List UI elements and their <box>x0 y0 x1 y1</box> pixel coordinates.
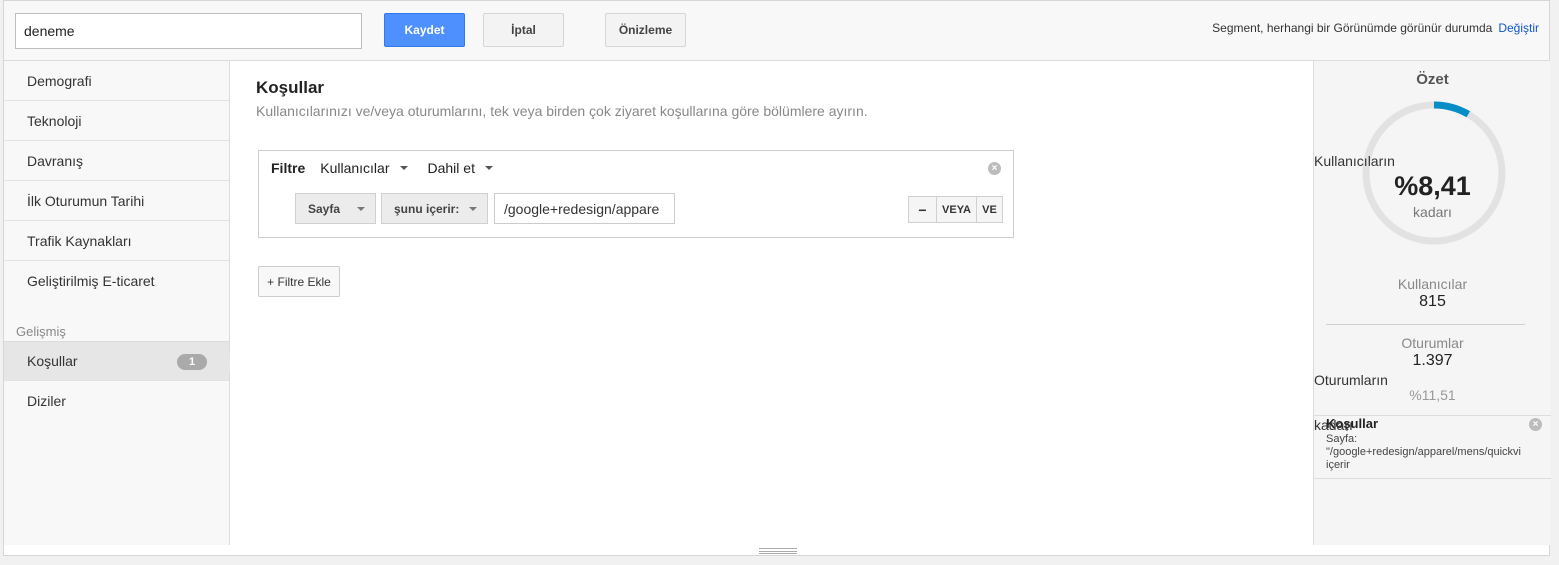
resize-handle[interactable] <box>759 548 797 554</box>
filter-scope-dropdown[interactable]: Kullanıcılar <box>320 160 408 176</box>
preview-button[interactable]: Önizleme <box>605 13 686 47</box>
condition-button-group: − VEYA VE <box>908 196 1003 223</box>
sidebar-item-traffic-sources[interactable]: Trafik Kaynakları <box>4 221 229 261</box>
sidebar-section-advanced: Gelişmiş <box>16 324 66 339</box>
sessions-percent: %11,51 <box>1409 387 1456 403</box>
percent-value: %8,41 <box>1394 171 1471 201</box>
sidebar-item-label: Trafik Kaynakları <box>27 232 132 249</box>
operator-select[interactable]: şunu içerir: <box>381 193 488 224</box>
cancel-button[interactable]: İptal <box>483 13 564 47</box>
operator-value: şunu içerir: <box>394 201 460 216</box>
chevron-down-icon <box>469 207 477 211</box>
condition-summary-text: Sayfa: "/google+redesign/apparel/mens/qu… <box>1326 433 1550 472</box>
filter-value-input[interactable] <box>494 193 675 224</box>
sidebar-item-first-session-date[interactable]: İlk Oturumun Tarihi <box>4 181 229 221</box>
dimension-select[interactable]: Sayfa <box>295 193 376 224</box>
filter-scope-value: Kullanıcılar <box>320 160 390 176</box>
chevron-down-icon <box>357 207 365 211</box>
users-of-label: Kullanıcıların <box>1314 153 1395 169</box>
condition-line: "/google+redesign/apparel/mens/quickvi <box>1326 446 1521 458</box>
sidebar-item-label: Demografi <box>27 72 92 89</box>
close-circle-icon[interactable]: × <box>988 162 1001 175</box>
filter-label: Filtre <box>271 160 306 176</box>
sidebar-item-label: İlk Oturumun Tarihi <box>27 192 145 209</box>
condition-line: içerir <box>1326 459 1350 471</box>
sidebar-item-sequences[interactable]: Diziler <box>4 381 229 421</box>
percent-suffix: kadarı <box>1413 204 1452 220</box>
users-label: Kullanıcılar <box>1397 276 1468 292</box>
sessions-value: 1.397 <box>1412 352 1453 369</box>
sidebar-item-enhanced-ecommerce[interactable]: Geliştirilmiş E-ticaret <box>4 261 229 301</box>
visibility-note: Segment, herhangi bir Görünümde görünür … <box>1212 21 1539 35</box>
users-metric: Kullanıcılar 815 <box>1314 276 1551 311</box>
sidebar-item-label: Diziler <box>27 393 66 409</box>
summary-panel: Özet Kullanıcıların %8,41 kadarı Kullanı… <box>1313 61 1551 545</box>
remove-condition-button[interactable]: − <box>909 197 937 222</box>
segment-name-input[interactable] <box>15 13 362 49</box>
condition-line: Sayfa: <box>1326 433 1358 445</box>
segment-toolbar: Kaydet İptal Önizleme Segment, herhangi … <box>4 1 1549 61</box>
users-value: 815 <box>1419 293 1446 310</box>
change-visibility-link[interactable]: Değiştir <box>1498 21 1539 35</box>
sessions-suffix: kadarı <box>1314 417 1353 433</box>
divider <box>1326 324 1525 325</box>
filter-header: Filtre Kullanıcılar Dahil et <box>271 160 513 176</box>
filter-card: Filtre Kullanıcılar Dahil et × Sayfa şun… <box>258 150 1014 238</box>
sessions-label: Oturumlar <box>1401 335 1464 351</box>
sidebar-item-label: Teknoloji <box>27 112 82 129</box>
sidebar-item-conditions[interactable]: Koşullar 1 <box>4 341 239 381</box>
close-circle-icon[interactable]: × <box>1529 418 1542 431</box>
dimension-value: Sayfa <box>308 201 341 216</box>
filter-mode-value: Dahil et <box>427 160 475 176</box>
page-title: Koşullar <box>256 78 325 97</box>
segment-editor: Kaydet İptal Önizleme Segment, herhangi … <box>3 0 1551 556</box>
conditions-panel: Koşullar Kullanıcılarınızı ve/veya oturu… <box>230 61 1313 545</box>
sidebar-item-demographics[interactable]: Demografi <box>4 61 229 101</box>
chevron-down-icon <box>484 166 493 170</box>
page-description: Kullanıcılarınızı ve/veya oturumlarını, … <box>256 103 868 119</box>
sidebar-item-label: Davranış <box>27 152 84 169</box>
or-button[interactable]: VEYA <box>937 197 977 222</box>
save-button[interactable]: Kaydet <box>384 13 465 47</box>
add-filter-button[interactable]: + Filtre Ekle <box>258 266 340 297</box>
visibility-text: Segment, herhangi bir Görünümde görünür … <box>1212 21 1493 35</box>
filter-mode-dropdown[interactable]: Dahil et <box>428 160 493 176</box>
sidebar-item-technology[interactable]: Teknoloji <box>4 101 229 141</box>
count-badge: 1 <box>177 354 207 370</box>
sidebar-item-label: Geliştirilmiş E-ticaret <box>27 273 155 289</box>
percent-readout: %8,41 kadarı <box>1314 171 1551 220</box>
sidebar-item-behavior[interactable]: Davranış <box>4 141 229 181</box>
sessions-of-label: Oturumların <box>1314 372 1388 388</box>
sidebar-item-label: Koşullar <box>27 353 78 369</box>
sidebar: Demografi Teknoloji Davranış İlk Oturumu… <box>4 61 239 545</box>
summary-title: Özet <box>1416 71 1449 88</box>
and-button[interactable]: VE <box>977 197 1002 222</box>
sessions-metric: Oturumlar 1.397 <box>1314 335 1551 370</box>
chevron-down-icon <box>399 166 408 170</box>
